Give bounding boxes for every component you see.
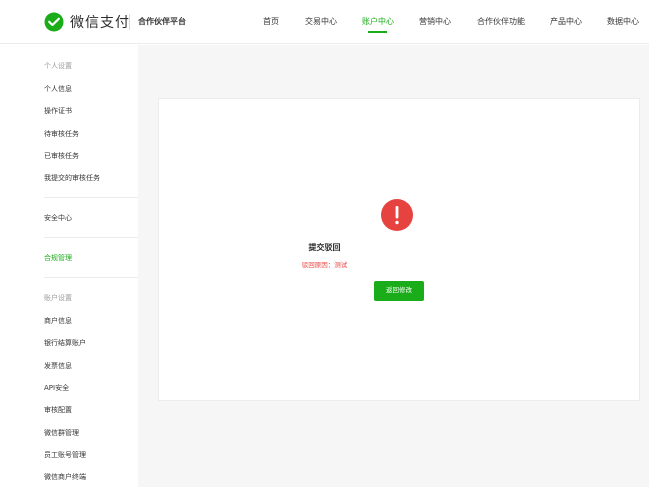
sidebar-item-bank-account[interactable]: 银行结算账户: [44, 338, 86, 348]
sidebar-item-submitted-tasks[interactable]: 我提交的审核任务: [44, 173, 100, 183]
return-modify-button[interactable]: 返回修改: [374, 281, 424, 301]
sidebar-item-wechat-group[interactable]: 微信群管理: [44, 428, 79, 438]
sidebar-item-staff-accounts[interactable]: 员工账号管理: [44, 450, 86, 460]
wechat-pay-logo-icon: [44, 12, 64, 32]
top-header: 微信支付 合作伙伴平台 首页 交易中心 账户中心 营销中心 合作伙伴功能 产品中…: [0, 0, 649, 44]
wechat-pay-logo[interactable]: 微信支付: [44, 12, 130, 32]
sidebar-item-personal-info[interactable]: 个人信息: [44, 84, 72, 94]
rejection-reason: 驳回原因：测试: [301, 261, 348, 269]
nav-partner-functions[interactable]: 合作伙伴功能: [477, 16, 525, 27]
sidebar-item-api-security[interactable]: API安全: [44, 383, 69, 393]
sidebar-item-pending-tasks[interactable]: 待审核任务: [44, 129, 79, 139]
nav-products[interactable]: 产品中心: [550, 16, 582, 27]
nav-data-center[interactable]: 数据中心: [607, 16, 639, 27]
sidebar-item-invoice-info[interactable]: 发票信息: [44, 361, 72, 371]
sidebar-divider: [44, 197, 138, 198]
header-divider: [129, 14, 130, 30]
sidebar-item-security[interactable]: 安全中心: [44, 213, 72, 223]
sidebar-section-personal: 个人设置: [44, 62, 72, 70]
sidebar-section-account: 账户设置: [44, 294, 72, 302]
nav-account-center[interactable]: 账户中心: [362, 16, 394, 27]
nav-home[interactable]: 首页: [263, 16, 279, 27]
nav-marketing[interactable]: 营销中心: [419, 16, 451, 27]
sidebar-divider: [44, 277, 138, 278]
sidebar-item-merchant-info[interactable]: 商户信息: [44, 316, 72, 326]
result-title: 提交驳回: [308, 243, 341, 252]
sidebar-divider: [44, 237, 138, 238]
platform-name: 合作伙伴平台: [138, 17, 186, 26]
sidebar-item-certificate[interactable]: 操作证书: [44, 106, 72, 116]
nav-active-indicator: [368, 31, 387, 33]
nav-transactions[interactable]: 交易中心: [305, 16, 337, 27]
exclamation-circle-icon: [381, 199, 413, 231]
sidebar-item-reviewed-tasks[interactable]: 已审核任务: [44, 151, 79, 161]
sidebar-item-review-config[interactable]: 审核配置: [44, 405, 72, 415]
sidebar-item-merchant-terminal[interactable]: 微信商户终端: [44, 472, 86, 482]
brand-name: 微信支付: [70, 15, 130, 31]
